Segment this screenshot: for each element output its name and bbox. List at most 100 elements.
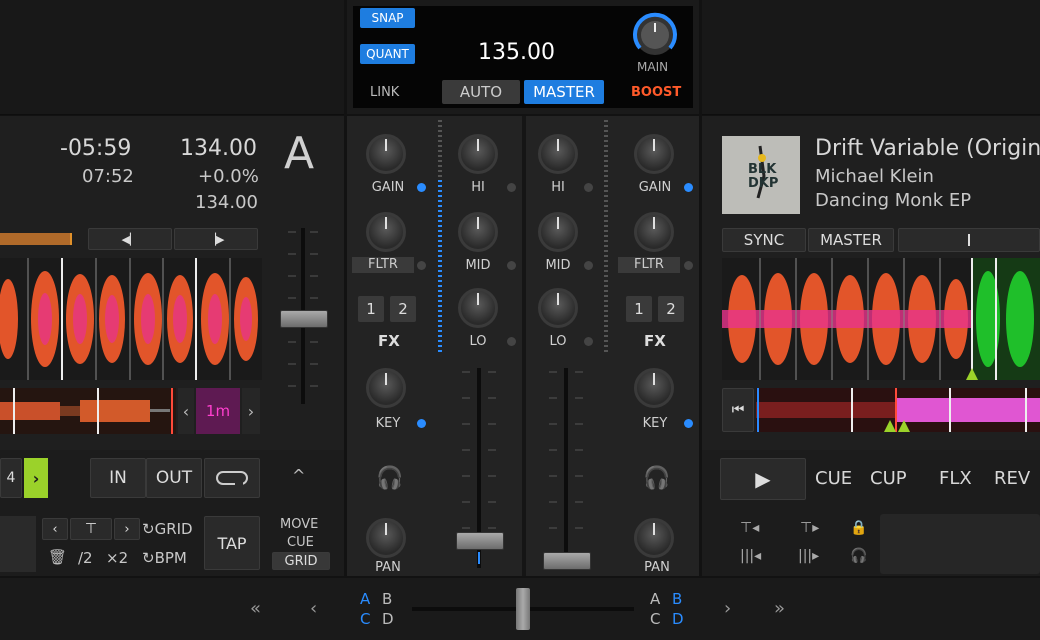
- mixer-b-fx1-button[interactable]: 1: [626, 296, 652, 322]
- deck-a-overview[interactable]: [0, 388, 176, 434]
- mixer-b-hi-label: HI: [551, 180, 565, 195]
- beat-fwd-icon[interactable]: |||▸: [798, 548, 819, 564]
- mixer-a-lo-knob[interactable]: [458, 288, 498, 328]
- deck-a-double-bpm[interactable]: ×2: [106, 549, 128, 567]
- deck-b-flux-button[interactable]: FLX: [939, 468, 972, 489]
- mixer-a-volume-fader[interactable]: [456, 532, 504, 550]
- deck-left-prev[interactable]: ‹: [310, 598, 317, 619]
- main-volume-knob-wrap[interactable]: [630, 10, 680, 60]
- right-assign-b[interactable]: B: [672, 590, 682, 608]
- mixer-b-mid-knob[interactable]: [538, 212, 578, 252]
- deck-b-sync-button[interactable]: SYNC: [722, 228, 806, 252]
- deck-right-jump-fwd[interactable]: »: [774, 598, 785, 619]
- deck-a-loop-prev[interactable]: ‹: [178, 388, 194, 434]
- headphones-icon[interactable]: 🎧: [376, 466, 403, 491]
- headphones-icon[interactable]: 🎧: [850, 548, 867, 564]
- deck-a-grid-next[interactable]: ›: [114, 518, 140, 540]
- mixer-b-gain-knob[interactable]: [634, 134, 674, 174]
- mixer-b-filter-knob[interactable]: [634, 212, 674, 252]
- deck-a-move-label: MOVE: [280, 517, 319, 532]
- deck-a-grid-prev[interactable]: ‹: [42, 518, 68, 540]
- deck-a-collapse-icon[interactable]: ^: [292, 466, 305, 485]
- mixer-a-hi-knob[interactable]: [458, 134, 498, 174]
- deck-a-left-block: [0, 516, 36, 572]
- master-tempo[interactable]: 135.00: [478, 40, 555, 65]
- deck-b-cup-button[interactable]: CUP: [870, 468, 907, 489]
- left-assign-d[interactable]: D: [382, 610, 394, 628]
- deck-a-bpm[interactable]: 134.00: [180, 136, 257, 161]
- left-assign-b[interactable]: B: [382, 590, 392, 608]
- mixer-a-gain-knob[interactable]: [366, 134, 406, 174]
- deck-a-loop-button[interactable]: [204, 458, 260, 498]
- left-assign-a[interactable]: A: [360, 590, 370, 608]
- deck-b-cue-button[interactable]: CUE: [815, 468, 852, 489]
- mixer-a-filter-button[interactable]: FLTR: [352, 257, 414, 273]
- deck-a-reset-bpm[interactable]: ↻BPM: [142, 549, 187, 567]
- cue-next-icon[interactable]: ⊤▸: [800, 520, 819, 536]
- deck-b-header-area: [702, 0, 1040, 115]
- deck-a-in-button[interactable]: IN: [90, 458, 146, 498]
- cue-prev-icon[interactable]: ⊤◂: [740, 520, 759, 536]
- mixer-b-pan-knob[interactable]: [634, 518, 674, 558]
- deck-a-beatjump-fwd[interactable]: ▕▶: [174, 228, 258, 250]
- left-assign-c[interactable]: C: [360, 610, 370, 628]
- deck-a-reset-grid[interactable]: ↻GRID: [142, 520, 193, 538]
- mixer-b-mid-kill[interactable]: [584, 261, 593, 270]
- mixer-b-lo-kill[interactable]: [584, 337, 593, 346]
- mixer-b-key-indicator: [684, 419, 693, 428]
- boost-button[interactable]: BOOST: [631, 85, 681, 100]
- deck-a-grid-marker[interactable]: ⊤: [70, 518, 112, 540]
- crossfader-knob[interactable]: [516, 588, 530, 630]
- deck-b-overview[interactable]: [756, 388, 1040, 432]
- mixer-a-hi-kill[interactable]: [507, 183, 516, 192]
- mixer-b-key-knob[interactable]: [634, 368, 674, 408]
- deck-a-tap-button[interactable]: TAP: [204, 516, 260, 570]
- lock-icon[interactable]: 🔒: [850, 520, 867, 536]
- deck-a-tempo-fader[interactable]: [280, 310, 328, 328]
- mixer-a-fx1-button[interactable]: 1: [358, 296, 384, 322]
- deck-b-master-button[interactable]: MASTER: [808, 228, 894, 252]
- main-volume-knob[interactable]: [630, 10, 680, 60]
- deck-a-out-button[interactable]: OUT: [146, 458, 202, 498]
- right-assign-a[interactable]: A: [650, 590, 660, 608]
- deck-left-jump-back[interactable]: «: [250, 598, 261, 619]
- deck-a-beatjump-back[interactable]: ◀▏: [88, 228, 172, 250]
- deck-a-waveform[interactable]: [0, 258, 262, 380]
- link-button[interactable]: LINK: [370, 85, 399, 100]
- deck-right-next[interactable]: ›: [724, 598, 731, 619]
- mixer-b-fx2-button[interactable]: 2: [658, 296, 684, 322]
- deck-a-half-bpm[interactable]: /2: [78, 549, 93, 567]
- right-assign-c[interactable]: C: [650, 610, 660, 628]
- master-button[interactable]: MASTER: [524, 80, 604, 104]
- deck-b-skip-start[interactable]: ⏮: [722, 388, 754, 432]
- mixer-a-key-knob[interactable]: [366, 368, 406, 408]
- mixer-a-pan-knob[interactable]: [366, 518, 406, 558]
- right-assign-d[interactable]: D: [672, 610, 684, 628]
- headphones-icon[interactable]: 🎧: [643, 466, 670, 491]
- deck-b-waveform[interactable]: [722, 258, 1040, 380]
- auto-button[interactable]: AUTO: [442, 80, 520, 104]
- trash-icon[interactable]: 🗑: [48, 548, 67, 566]
- mixer-a-filter-knob[interactable]: [366, 212, 406, 252]
- beat-back-icon[interactable]: |||◂: [740, 548, 761, 564]
- deck-b-reverse-button[interactable]: REV: [994, 468, 1030, 489]
- mixer-a-lo-kill[interactable]: [507, 337, 516, 346]
- deck-a-loop-size[interactable]: 1m: [196, 388, 240, 434]
- deck-b-album: Dancing Monk EP: [815, 190, 972, 211]
- deck-b-play-button[interactable]: ▶: [720, 458, 806, 500]
- mixer-b-hi-knob[interactable]: [538, 134, 578, 174]
- mixer-b-hi-kill[interactable]: [584, 183, 593, 192]
- quant-button[interactable]: QUANT: [360, 44, 415, 64]
- mixer-b-lo-knob[interactable]: [538, 288, 578, 328]
- deck-a-loop-next[interactable]: ›: [242, 388, 260, 434]
- deck-a-page-next[interactable]: ›: [24, 458, 48, 498]
- deck-a-time-remaining[interactable]: -05:59: [60, 136, 131, 161]
- deck-a-move-grid-button[interactable]: GRID: [272, 552, 330, 570]
- deck-a-hotcue-4[interactable]: 4: [0, 458, 22, 498]
- snap-button[interactable]: SNAP: [360, 8, 415, 28]
- mixer-a-fx2-button[interactable]: 2: [390, 296, 416, 322]
- mixer-b-filter-button[interactable]: FLTR: [618, 257, 680, 273]
- mixer-a-mid-knob[interactable]: [458, 212, 498, 252]
- mixer-b-volume-fader[interactable]: [543, 552, 591, 570]
- mixer-a-mid-kill[interactable]: [507, 261, 516, 270]
